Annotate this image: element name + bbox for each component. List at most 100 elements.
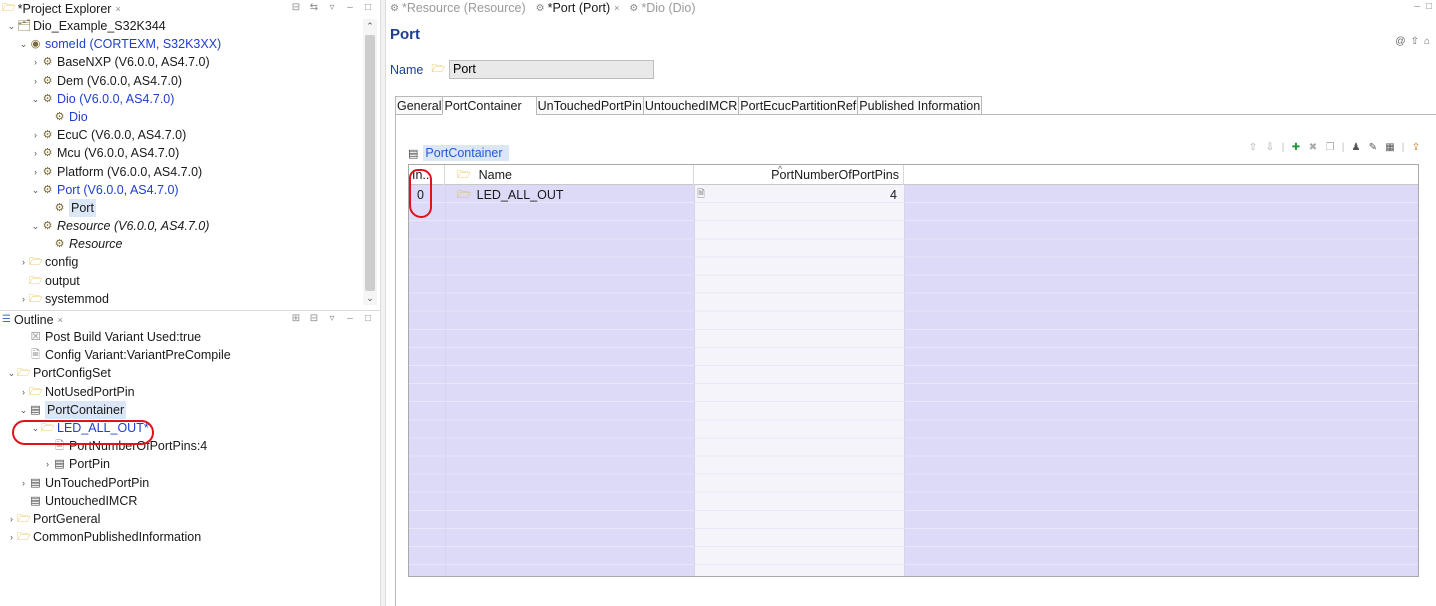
tree-item[interactable]: › ⚙ Dem (V6.0.0, AS4.7.0) [0,72,380,90]
tree-item[interactable]: ⌄ 🗁 LED_ALL_OUT* [0,419,380,437]
chevron-right-icon[interactable]: › [18,290,29,307]
tree-item[interactable]: ⚙ Resource [0,235,380,253]
close-icon[interactable]: × [614,3,619,13]
tree-item[interactable]: › 🗁 config [0,253,380,271]
cell-name[interactable]: 🗁 LED_ALL_OUT [445,186,694,204]
editor-tab[interactable]: ⚙ *Port (Port) × [534,1,628,15]
move-down-icon[interactable]: ⇩ [1264,142,1276,153]
tree-item[interactable]: ⚙ Dio [0,108,380,126]
tree-item[interactable]: ⌄ ⚙ Dio (V6.0.0, AS4.7.0) [0,90,380,108]
chevron-down-icon[interactable]: ⌄ [30,419,41,437]
port-container-table[interactable]: In... 🗁 Name ^ PortNumberOfPortPins 0 🗁 LE… [408,164,1419,577]
chevron-right-icon[interactable]: › [30,144,41,162]
tree-item[interactable]: › ▤ UnTouchedPortPin [0,474,380,492]
header-name[interactable]: 🗁 Name [445,165,694,185]
tree-item[interactable]: › 🗁 NotUsedPortPin [0,383,380,401]
parameter-tab[interactable]: PortEcucPartitionRef [738,96,858,115]
chevron-down-icon[interactable]: ⌄ [30,90,41,108]
scroll-thumb[interactable] [365,35,375,291]
tree-item[interactable]: › 🗁 CommonPublishedInformation [0,528,380,546]
maximize-icon[interactable]: □ [362,313,374,324]
view-menu-icon[interactable]: ▿ [326,2,338,13]
tree-item[interactable]: › ▤ PortPin [0,455,380,473]
table-row[interactable]: 0 🗁 LED_ALL_OUT 🗎 4 [409,186,1418,204]
home-icon[interactable]: ⌂ [1424,36,1430,47]
navigate-up-icon[interactable]: ⇧ [1411,36,1419,47]
tree-item[interactable]: ⌄ 🗁 PortConfigSet [0,364,380,382]
link-with-editor-icon[interactable]: ⇆ [308,2,320,13]
close-icon[interactable]: × [115,4,120,14]
help-icon[interactable]: @ [1395,36,1405,47]
chevron-down-icon[interactable]: ⌄ [18,35,29,53]
tree-item[interactable]: ⌄ ⚙ Port (V6.0.0, AS4.7.0) [0,181,380,199]
copy-icon[interactable]: ❐ [1324,142,1336,153]
name-field[interactable]: Port [448,60,654,79]
expand-all-icon[interactable]: ⊞ [290,313,302,324]
tree-item[interactable]: ⌄ ⚙ Resource (V6.0.0, AS4.7.0) [0,217,380,235]
editor-tab[interactable]: ⚙ *Resource (Resource) [388,1,534,15]
tree-item[interactable]: › 🗁 PortGeneral [0,510,380,528]
project-explorer-title[interactable]: *Project Explorer [18,2,112,16]
chevron-right-icon[interactable]: › [6,528,17,546]
cell-index[interactable]: 0 [409,186,445,204]
tree-item[interactable]: ⌄ ◉ someId (CORTEXM, S32K3XX) [0,35,380,53]
export-icon[interactable]: ⇪ [1410,142,1422,153]
minimize-icon[interactable]: – [344,2,356,13]
chevron-down-icon[interactable]: ⌄ [30,181,41,199]
container-label-text[interactable]: PortContainer [423,145,509,161]
editor-tab[interactable]: ⚙ *Dio (Dio) [627,1,703,15]
tree-item[interactable]: › ⚙ EcuC (V6.0.0, AS4.7.0) [0,126,380,144]
columns-icon[interactable]: ▦ [1384,142,1396,153]
chevron-right-icon[interactable]: › [30,163,41,181]
user-icon[interactable]: ♟ [1350,142,1362,153]
chevron-down-icon[interactable]: ⌄ [30,217,41,235]
chevron-right-icon[interactable]: › [6,510,17,528]
chevron-right-icon[interactable]: › [30,53,41,71]
parameter-tab[interactable]: Published Information [857,96,983,115]
tree-item[interactable]: › 🗁 systemmod [0,290,380,307]
tree-item[interactable]: 🗎 PortNumberOfPortPins:4 [0,437,380,455]
tree-item[interactable]: 🗁 output [0,272,380,290]
chevron-right-icon[interactable]: › [30,72,41,90]
chevron-right-icon[interactable]: › [18,383,29,401]
tree-item[interactable]: ⌄ ▤ PortContainer [0,400,380,419]
tree-item[interactable]: 🗎 Config Variant:VariantPreCompile [0,346,380,364]
chevron-right-icon[interactable]: › [18,474,29,492]
chevron-down-icon[interactable]: ⌄ [6,17,17,35]
chevron-right-icon[interactable]: › [18,253,29,271]
outline-title[interactable]: Outline [14,313,54,327]
tree-item[interactable]: › ⚙ BaseNXP (V6.0.0, AS4.7.0) [0,53,380,71]
parameter-tab[interactable]: PortContainer [442,96,536,115]
move-up-icon[interactable]: ⇧ [1247,142,1259,153]
collapse-all-icon[interactable]: ⊟ [290,2,302,13]
chevron-down-icon[interactable]: ⌄ [18,401,29,419]
chevron-down-icon[interactable]: ⌄ [6,364,17,382]
outline-header[interactable]: ☰ Outline × ⊞ ⊟ ▿ – □ [0,311,380,328]
scroll-up-icon[interactable]: ⌃ [363,19,377,33]
maximize-icon[interactable]: □ [1426,1,1432,12]
minimize-icon[interactable]: – [344,313,356,324]
maximize-icon[interactable]: □ [362,2,374,13]
tree-item[interactable]: ⚙ Port [0,198,380,218]
tree-item[interactable]: ⌄ 🗂 Dio_Example_S32K344 [0,17,380,35]
parameter-tab[interactable]: General [395,96,443,115]
view-menu-icon[interactable]: ▿ [326,313,338,324]
tree-item[interactable]: ▤ UntouchedIMCR [0,492,380,510]
add-icon[interactable]: ✚ [1290,142,1302,153]
edit-icon[interactable]: ✎ [1367,142,1379,153]
scroll-down-icon[interactable]: ⌄ [363,291,377,305]
tree-item[interactable]: › ⚙ Mcu (V6.0.0, AS4.7.0) [0,144,380,162]
minimize-icon[interactable]: – [1414,1,1420,12]
chevron-right-icon[interactable]: › [30,126,41,144]
parameter-tab[interactable]: UnTouchedPortPin [535,96,643,115]
parameter-tab[interactable]: UntouchedIMCR [642,96,739,115]
close-icon[interactable]: × [58,315,63,325]
collapse-all-icon[interactable]: ⊟ [308,313,320,324]
project-explorer-header[interactable]: 🗁 *Project Explorer × ⊟ ⇆ ▿ – □ [0,0,380,17]
cell-port-number-of-port-pins[interactable]: 🗎 4 [694,186,904,204]
chevron-right-icon[interactable]: › [42,455,53,473]
tree-item[interactable]: ☒ Post Build Variant Used:true [0,328,380,346]
header-index[interactable]: In... [409,165,445,185]
header-port-number-of-port-pins[interactable]: ^ PortNumberOfPortPins [694,165,904,185]
project-tree-scrollbar[interactable]: ⌃ ⌄ [363,19,377,305]
